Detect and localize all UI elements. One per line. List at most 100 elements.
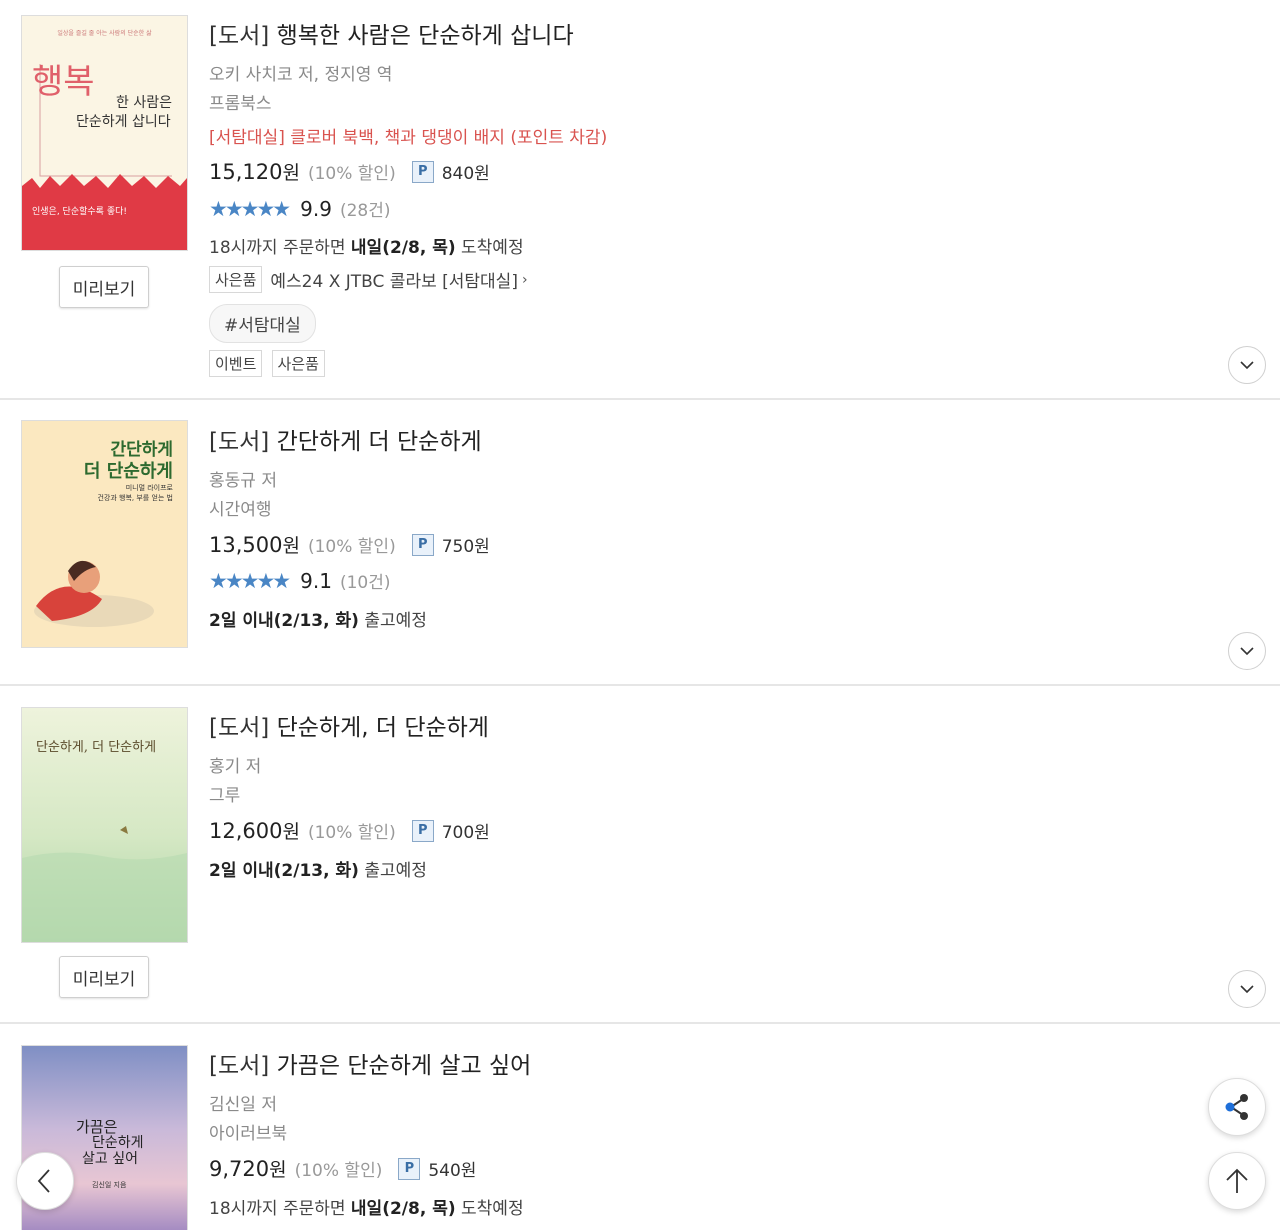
price-currency: 원 — [269, 1159, 287, 1181]
cover-sub2: 건강과 행복, 부를 얻는 법 — [97, 494, 173, 502]
cover-title: 단순하게, 더 단순하게 — [36, 740, 157, 755]
preview-button[interactable]: 미리보기 — [59, 956, 149, 998]
tag-row: 이벤트 사은품 — [209, 350, 325, 377]
share-button[interactable] — [1208, 1078, 1266, 1136]
delivery-date: 2일 이내(2/13, 화) — [209, 861, 359, 881]
price-value: 13,500 — [209, 532, 283, 557]
star-rating-icon: ★★★★★ — [209, 196, 291, 221]
book-title[interactable]: [도서] 행복한 사람은 단순하게 삽니다 — [209, 16, 574, 50]
book-cover[interactable]: 단순하게, 더 단순하게 — [22, 708, 187, 942]
delivery-prefix: 18시까지 주문하면 — [209, 1199, 351, 1219]
cover-band-text: 인생은, 단순할수록 좋다! — [32, 207, 127, 217]
star-rating-icon: ★★★★★ — [209, 568, 291, 593]
expand-button[interactable] — [1228, 346, 1266, 384]
book-price: 9,720 원 (10% 할인) P 540원 — [209, 1155, 476, 1182]
hashtag-chip[interactable]: #서탐대실 — [209, 304, 316, 343]
back-button[interactable] — [16, 1152, 74, 1210]
book-delivery: 18시까지 주문하면 내일(2/8, 목) 도착예정 — [209, 1194, 524, 1219]
book-title-text: 행복한 사람은 단순하게 삽니다 — [276, 23, 574, 49]
delivery-date: 내일(2/8, 목) — [350, 1199, 456, 1219]
book-info: [도서] 간단하게 더 단순하게 홍동규 저 시간여행 13,500 원 (10%… — [209, 400, 1200, 686]
expand-button[interactable] — [1228, 632, 1266, 670]
price-discount: (10% 할인) — [307, 823, 396, 843]
price-currency: 원 — [282, 162, 300, 184]
book-price: 12,600 원 (10% 할인) P 700원 — [209, 817, 490, 844]
price-value: 12,600 — [209, 818, 283, 843]
points-value: 750원 — [441, 537, 490, 557]
book-category: [도서] — [209, 23, 270, 49]
book-author[interactable]: 김신일 저 — [209, 1090, 277, 1115]
book-item: 단순하게, 더 단순하게 미리보기 [도서] 단순하게, 더 단순하게 홍기 저… — [0, 686, 1280, 1024]
preview-button[interactable]: 미리보기 — [59, 266, 149, 308]
price-discount: (10% 할인) — [307, 537, 396, 557]
book-delivery: 18시까지 주문하면 내일(2/8, 목) 도착예정 — [209, 233, 524, 258]
points-value: 840원 — [441, 164, 490, 184]
book-rating[interactable]: ★★★★★ 9.9 (28건) — [209, 196, 391, 222]
delivery-suffix: 출고예정 — [358, 861, 427, 881]
book-info: [도서] 단순하게, 더 단순하게 홍기 저 그루 12,600 원 (10% 할… — [209, 686, 1200, 1024]
tag-event: 이벤트 — [209, 350, 263, 377]
book-author[interactable]: 홍동규 저 — [209, 466, 277, 491]
book-rating[interactable]: ★★★★★ 9.1 (10건) — [209, 568, 391, 594]
book-delivery: 2일 이내(2/13, 화) 출고예정 — [209, 856, 427, 881]
rating-count: (28건) — [339, 201, 391, 221]
price-currency: 원 — [282, 535, 300, 557]
expand-button[interactable] — [1228, 970, 1266, 1008]
book-title-text: 가끔은 단순하게 살고 싶어 — [276, 1053, 532, 1079]
price-value: 9,720 — [209, 1156, 270, 1181]
cover-author: 김신일 지음 — [92, 1181, 127, 1189]
book-title[interactable]: [도서] 단순하게, 더 단순하게 — [209, 708, 489, 742]
cover-line3: 살고 싶어 — [82, 1151, 138, 1167]
points-value: 700원 — [441, 823, 490, 843]
cover-sub1: 미니멀 라이프로 — [125, 484, 173, 492]
book-publisher[interactable]: 프롬북스 — [209, 89, 272, 114]
book-info: [도서] 행복한 사람은 단순하게 삽니다 오키 사치코 저, 정지영 역 프롬… — [209, 0, 1200, 400]
book-publisher[interactable]: 시간여행 — [209, 495, 272, 520]
delivery-suffix: 출고예정 — [358, 611, 427, 631]
rating-score: 9.1 — [300, 568, 332, 593]
book-category: [도서] — [209, 429, 270, 455]
book-title[interactable]: [도서] 가끔은 단순하게 살고 싶어 — [209, 1046, 531, 1080]
chevron-down-icon — [1240, 647, 1254, 656]
book-cover[interactable]: 일상을 즐길 줄 아는 사람의 단순한 삶 행복 한 사람은 단순하게 삽니다 … — [22, 16, 187, 250]
cover-top-text: 일상을 즐길 줄 아는 사람의 단순한 삶 — [57, 30, 152, 37]
delivery-date: 내일(2/8, 목) — [350, 238, 456, 258]
book-item: 간단하게 더 단순하게 미니멀 라이프로 건강과 행복, 부를 얻는 법 [도서… — [0, 400, 1280, 686]
share-icon — [1225, 1094, 1248, 1120]
delivery-prefix: 18시까지 주문하면 — [209, 238, 351, 258]
delivery-date: 2일 이내(2/13, 화) — [209, 611, 359, 631]
book-item: 가끔은 단순하게 살고 싶어 김신일 지음 [도서] 가끔은 단순하게 살고 싶… — [0, 1024, 1280, 1230]
chevron-down-icon — [1240, 985, 1254, 994]
rating-count: (10건) — [339, 573, 391, 593]
book-cover[interactable]: 간단하게 더 단순하게 미니멀 라이프로 건강과 행복, 부를 얻는 법 — [22, 421, 187, 647]
book-title-text: 간단하게 더 단순하게 — [276, 429, 482, 455]
price-currency: 원 — [282, 821, 300, 843]
points-icon: P — [411, 819, 434, 842]
cover-big-text: 행복 — [32, 62, 95, 102]
book-price: 15,120 원 (10% 할인) P 840원 — [209, 158, 490, 185]
chevron-down-icon — [1240, 361, 1254, 370]
book-author[interactable]: 오키 사치코 저, 정지영 역 — [209, 60, 392, 85]
hashtag-row: #서탐대실 — [209, 304, 316, 343]
book-title-text: 단순하게, 더 단순하게 — [276, 715, 489, 741]
book-publisher[interactable]: 그루 — [209, 781, 240, 806]
price-value: 15,120 — [209, 159, 283, 184]
book-publisher[interactable]: 아이러브북 — [209, 1119, 287, 1144]
price-discount: (10% 할인) — [294, 1161, 383, 1181]
chevron-right-icon: › — [521, 271, 528, 288]
arrow-up-icon — [1226, 1168, 1248, 1193]
book-delivery: 2일 이내(2/13, 화) 출고예정 — [209, 606, 427, 631]
cover-line1: 한 사람은 — [116, 95, 172, 111]
gift-text: 예스24 X JTBC 콜라보 [서탐대실] — [270, 272, 518, 292]
scroll-top-button[interactable] — [1208, 1152, 1266, 1210]
price-discount: (10% 할인) — [307, 164, 396, 184]
delivery-suffix: 도착예정 — [455, 1199, 524, 1219]
book-promo[interactable]: [서탐대실] 클로버 북백, 책과 댕댕이 배지 (포인트 차감) — [209, 123, 607, 148]
book-author[interactable]: 홍기 저 — [209, 752, 261, 777]
tag-gift: 사은품 — [271, 350, 325, 377]
gift-info[interactable]: 사은품 예스24 X JTBC 콜라보 [서탐대실] › — [209, 266, 528, 293]
chevron-left-icon — [37, 1169, 50, 1193]
rating-score: 9.9 — [300, 196, 332, 221]
points-icon: P — [411, 160, 434, 183]
book-title[interactable]: [도서] 간단하게 더 단순하게 — [209, 422, 482, 456]
